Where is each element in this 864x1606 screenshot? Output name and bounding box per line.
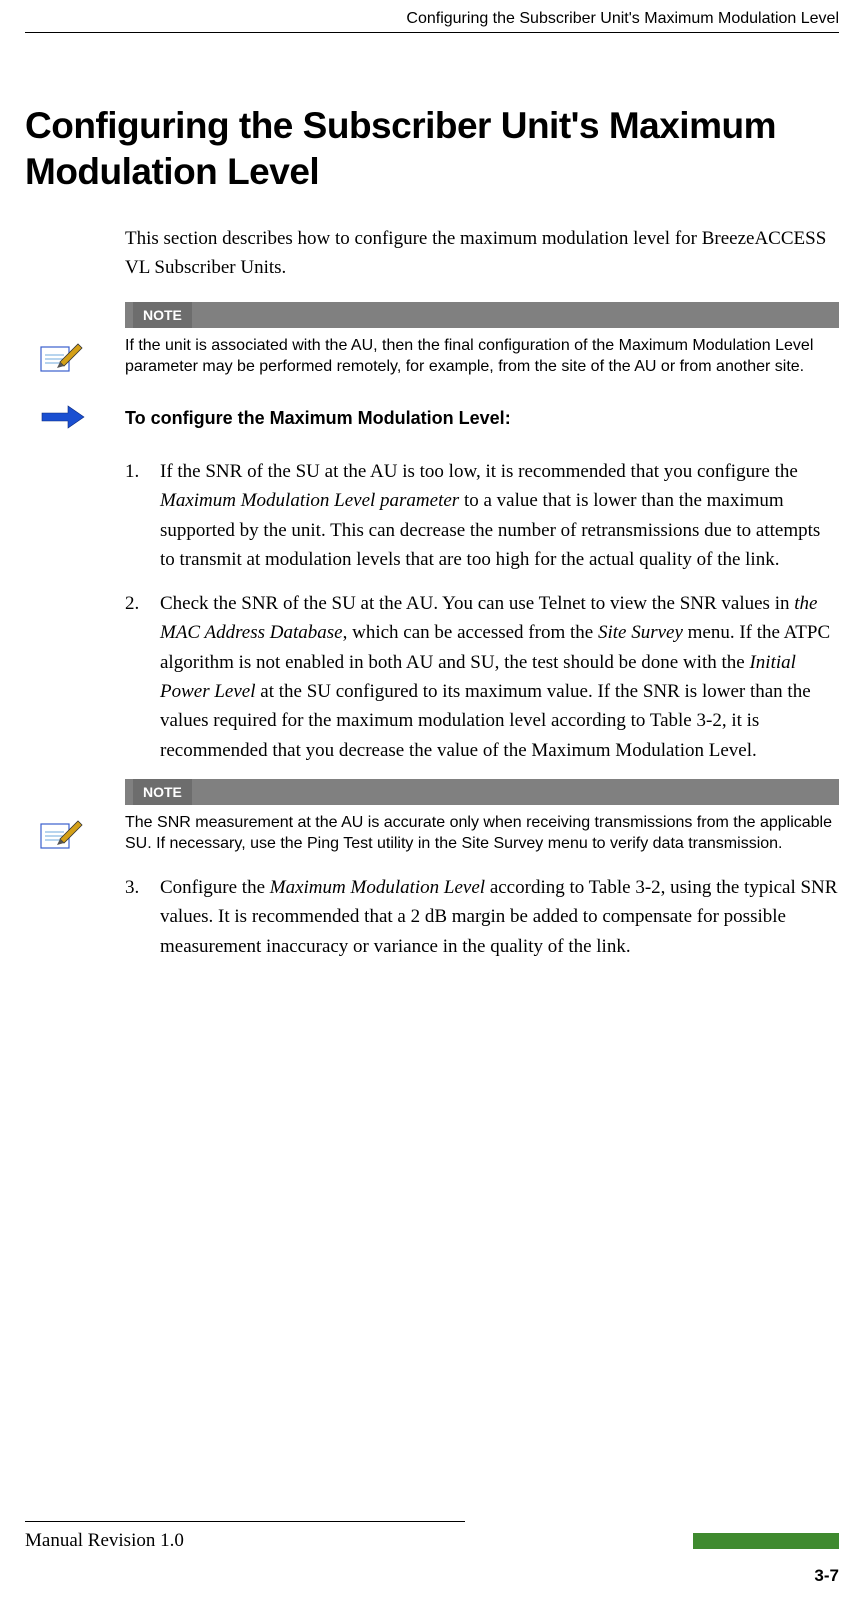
step-3-text-a: Configure the [160,877,270,898]
note-pencil-icon [40,337,85,377]
step-1-italic: Maximum Modulation Level parameter [160,490,459,511]
task-heading: To configure the Maximum Modulation Leve… [125,408,839,429]
content-block: This section describes how to configure … [125,224,839,962]
step-1-text-a: If the SNR of the SU at the AU is too lo… [160,461,798,482]
task-heading-row: To configure the Maximum Modulation Leve… [125,408,839,429]
footer-green-block [693,1533,839,1549]
note-text-1: If the unit is associated with the AU, t… [125,336,839,378]
note-block-1: NOTE If the unit is associated with the … [125,302,839,378]
step-2-italic-2: Site Survey [598,622,683,643]
page: Configuring the Subscriber Unit's Maximu… [0,0,864,1606]
page-footer: Manual Revision 1.0 3-7 [25,1521,839,1586]
page-number: 3-7 [25,1566,839,1586]
step-2-text-b: , which can be accessed from the [343,622,598,643]
footer-line: Manual Revision 1.0 [25,1528,839,1554]
step-1: If the SNR of the SU at the AU is too lo… [125,457,839,575]
note-pencil-icon [40,814,85,854]
arrow-right-icon [40,402,85,432]
step-3-italic: Maximum Modulation Level [270,877,485,898]
page-title: Configuring the Subscriber Unit's Maximu… [25,103,839,196]
step-2-text-a: Check the SNR of the SU at the AU. You c… [160,593,794,614]
intro-paragraph: This section describes how to configure … [125,224,839,283]
note-label: NOTE [133,302,192,328]
footer-rule [25,1521,465,1522]
note-header-bar: NOTE [125,779,839,805]
note-label: NOTE [133,779,192,805]
note-block-2: NOTE The SNR measurement at the AU is ac… [125,779,839,855]
ordered-steps: If the SNR of the SU at the AU is too lo… [125,457,839,765]
step-2: Check the SNR of the SU at the AU. You c… [125,589,839,766]
ordered-steps-cont: Configure the Maximum Modulation Level a… [125,873,839,961]
note-header-bar: NOTE [125,302,839,328]
step-2-text-d: at the SU configured to its maximum valu… [160,681,811,761]
step-3: Configure the Maximum Modulation Level a… [125,873,839,961]
note-text-2: The SNR measurement at the AU is accurat… [125,813,839,855]
running-head: Configuring the Subscriber Unit's Maximu… [25,10,839,33]
footer-revision-text: Manual Revision 1.0 [25,1530,184,1552]
